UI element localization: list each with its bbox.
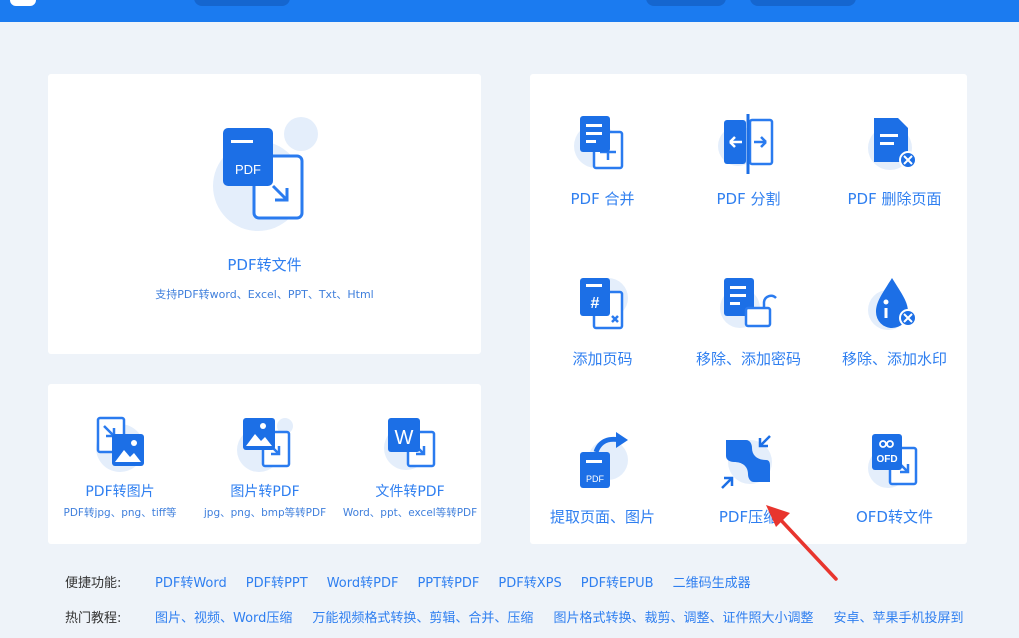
file-to-pdf-icon: W	[384, 418, 436, 470]
annotation-arrow-icon	[766, 505, 838, 581]
converter-file-to-pdf[interactable]: W 文件转PDF Word、ppt、excel等转PDF	[338, 384, 482, 544]
pdf-merge-icon	[574, 116, 624, 170]
top-tab[interactable]	[194, 0, 290, 6]
pdf-to-file-icon: PDF	[213, 117, 318, 231]
tool-title: 添加页码	[572, 350, 633, 368]
password-icon	[720, 278, 777, 328]
top-bar	[0, 0, 1019, 22]
tutorial-link[interactable]: 万能视频格式转换、剪辑、合并、压缩	[312, 607, 533, 626]
hot-tutorials-label: 热门教程:	[65, 611, 122, 626]
image-to-pdf-icon	[237, 418, 293, 472]
quick-links: 便捷功能: PDF转Word PDF转PPT Word转PDF PPT转PDF PDF转X…	[65, 572, 770, 591]
app-logo	[10, 0, 36, 6]
tutorial-link[interactable]: 安卓、苹果手机投屏到	[833, 607, 963, 626]
svg-text:W: W	[395, 427, 414, 449]
pdf-split-icon	[718, 114, 774, 174]
converter-subtitle: PDF转jpg、png、tiff等	[63, 507, 177, 519]
tool-title: 移除、添加密码	[695, 350, 801, 368]
hero-title: PDF转文件	[227, 256, 302, 274]
pdf-delete-page-icon	[868, 118, 917, 170]
add-page-number-icon: #	[580, 278, 628, 330]
quick-link[interactable]: PDF转XPS	[498, 572, 561, 591]
tool-title: PDF 合并	[570, 190, 635, 208]
ofd-convert-icon: OFD	[868, 434, 918, 488]
pdf-to-image-icon	[96, 416, 144, 472]
converters-card: PDF转图片 PDF转jpg、png、tiff等 图片转PDF jpg、png、…	[48, 384, 481, 544]
tutorial-link[interactable]: 图片格式转换、裁剪、调整、证件照大小调整	[553, 607, 813, 626]
converter-title: PDF转图片	[85, 484, 155, 500]
pdf-tools-card: PDF 合并 PDF 分割 PDF 删除页面 # 添加页码 移除、添加密码 移除…	[530, 74, 967, 544]
converter-title: 图片转PDF	[230, 484, 300, 500]
quick-link[interactable]: PDF转EPUB	[581, 572, 654, 591]
svg-text:PDF: PDF	[235, 162, 261, 177]
extract-pages-icon: PDF	[580, 432, 628, 488]
tool-password[interactable]: 移除、添加密码	[676, 244, 821, 394]
pdf-compress-icon	[721, 435, 772, 489]
quick-link[interactable]: Word转PDF	[327, 572, 399, 591]
watermark-icon	[868, 278, 917, 330]
tool-watermark[interactable]: 移除、添加水印	[822, 244, 967, 394]
hero-subtitle: 支持PDF转word、Excel、PPT、Txt、Html	[155, 288, 374, 301]
converter-pdf-to-image[interactable]: PDF转图片 PDF转jpg、png、tiff等	[48, 384, 192, 544]
quick-link[interactable]: PDF转Word	[155, 572, 227, 591]
top-tab[interactable]	[646, 0, 726, 6]
tool-extract-pages[interactable]: PDF 提取页面、图片	[530, 402, 675, 552]
quick-link[interactable]: PDF转PPT	[246, 572, 308, 591]
svg-text:PDF: PDF	[586, 474, 605, 484]
svg-text:#: #	[591, 295, 600, 312]
hot-tutorials: 热门教程: 图片、视频、Word压缩 万能视频格式转换、剪辑、合并、压缩 图片格式转换…	[65, 607, 983, 626]
tool-add-page-number[interactable]: # 添加页码	[530, 244, 675, 394]
converter-subtitle: jpg、png、bmp等转PDF	[203, 507, 327, 519]
converter-subtitle: Word、ppt、excel等转PDF	[342, 507, 478, 519]
converter-title: 文件转PDF	[375, 484, 445, 500]
tool-title: 提取页面、图片	[549, 508, 655, 526]
tutorial-link[interactable]: 图片、视频、Word压缩	[155, 607, 292, 626]
tool-title: PDF 分割	[716, 190, 781, 208]
tool-title: 移除、添加水印	[841, 350, 947, 368]
pdf-to-file-card[interactable]: PDF PDF转文件 支持PDF转word、Excel、PPT、Txt、Html	[48, 74, 481, 354]
top-tab[interactable]	[750, 0, 856, 6]
converter-image-to-pdf[interactable]: 图片转PDF jpg、png、bmp等转PDF	[193, 384, 337, 544]
tool-pdf-merge[interactable]: PDF 合并	[530, 84, 675, 234]
quick-link[interactable]: PPT转PDF	[417, 572, 479, 591]
tool-title: PDF 删除页面	[847, 190, 942, 208]
quick-links-label: 便捷功能:	[65, 576, 122, 591]
svg-text:OFD: OFD	[876, 454, 897, 465]
tool-pdf-split[interactable]: PDF 分割	[676, 84, 821, 234]
quick-link[interactable]: 二维码生成器	[673, 572, 751, 591]
tool-pdf-delete-page[interactable]: PDF 删除页面	[822, 84, 967, 234]
